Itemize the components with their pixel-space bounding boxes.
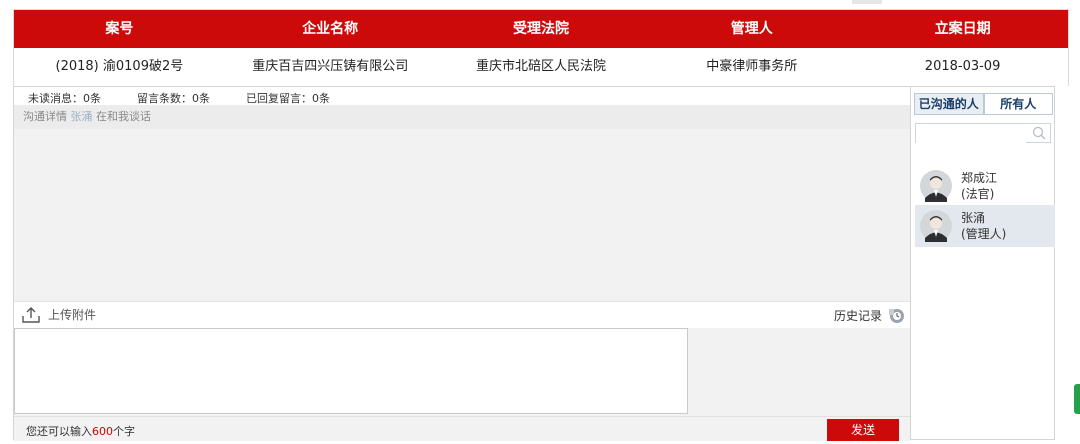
contact-search — [915, 123, 1051, 145]
header-filing-date: 立案日期 — [934, 21, 991, 37]
chat-footer: 您还可以输入600个字 发送 — [14, 416, 911, 441]
chat-title: 沟通详情 张涌 在和我谈话 — [14, 105, 911, 129]
history-icon — [889, 309, 904, 323]
avatar — [920, 170, 952, 202]
upload-icon — [22, 306, 40, 323]
unread-count: 未读消息：0条 — [28, 92, 101, 105]
message-count: 留言条数：0条 — [137, 92, 210, 105]
chat-toolbar: 上传附件 历史记录 — [14, 301, 911, 328]
remaining-prefix: 您还可以输入 — [26, 425, 92, 438]
cell-filing-date: 2018-03-09 — [924, 59, 1001, 74]
chat-title-prefix: 沟通详情 — [23, 110, 67, 123]
replied-count: 已回复留言：0条 — [246, 92, 330, 105]
message-list[interactable] — [14, 129, 911, 301]
table-row: (2018) 渝0109破2号 重庆百吉四兴压铸有限公司 重庆市北碚区人民法院 … — [14, 48, 1068, 86]
header-company: 企业名称 — [302, 21, 359, 37]
search-input[interactable] — [916, 127, 1026, 145]
header-case-no: 案号 — [105, 21, 134, 37]
chat-title-suffix: 在和我谈话 — [96, 110, 151, 123]
cell-manager: 中豪律师事务所 — [706, 59, 798, 74]
contacts-panel: 已沟通的人 所有人 郑成江 (法官) 张涌 (管理人) — [910, 86, 1055, 440]
search-icon[interactable] — [1032, 126, 1046, 140]
upload-label: 上传附件 — [48, 308, 97, 322]
top-strip — [852, 0, 882, 4]
avatar — [920, 210, 952, 242]
send-button[interactable]: 发送 — [827, 419, 899, 441]
cell-company: 重庆百吉四兴压铸有限公司 — [252, 59, 409, 74]
contact-name: 郑成江 — [961, 171, 998, 185]
history-button[interactable]: 历史记录 — [834, 306, 905, 324]
remaining-chars: 您还可以输入600个字 — [26, 423, 135, 439]
page: 案号 企业名称 受理法院 管理人 立案日期 (2018) 渝0109破2号 重庆… — [0, 0, 1080, 444]
upload-attachment-button[interactable]: 上传附件 — [22, 306, 96, 323]
contact-tabs: 已沟通的人 所有人 — [914, 93, 1053, 115]
chat-partner-name: 张涌 — [70, 110, 93, 123]
side-accent — [1074, 384, 1080, 414]
contact-name: 张涌 — [961, 211, 986, 225]
message-input[interactable] — [14, 328, 688, 414]
contact-item-selected[interactable]: 张涌 (管理人) — [915, 205, 1055, 247]
cell-court: 重庆市北碚区人民法院 — [475, 59, 606, 74]
contact-role: (法官) — [961, 187, 995, 201]
message-stats: 未读消息：0条 留言条数：0条 已回复留言：0条 — [14, 87, 911, 105]
header-manager: 管理人 — [730, 21, 773, 37]
cell-case-no: (2018) 渝0109破2号 — [55, 59, 184, 74]
chat-panel: 未读消息：0条 留言条数：0条 已回复留言：0条 沟通详情 张涌 在和我谈话 上… — [13, 86, 911, 441]
contact-item[interactable]: 郑成江 (法官) — [915, 165, 1055, 207]
case-info-table: 案号 企业名称 受理法院 管理人 立案日期 (2018) 渝0109破2号 重庆… — [13, 9, 1069, 86]
contact-info: 张涌 (管理人) — [961, 210, 1006, 242]
remaining-count: 600 — [92, 425, 113, 438]
contact-role: (管理人) — [961, 227, 1007, 241]
input-area — [14, 328, 911, 416]
tab-contacted[interactable]: 已沟通的人 — [914, 93, 984, 114]
tab-all[interactable]: 所有人 — [983, 93, 1053, 114]
header-court: 受理法院 — [512, 21, 569, 37]
history-label: 历史记录 — [833, 308, 882, 323]
case-table-header: 案号 企业名称 受理法院 管理人 立案日期 — [14, 10, 1068, 48]
remaining-suffix: 个字 — [113, 425, 135, 438]
contact-info: 郑成江 (法官) — [961, 170, 997, 202]
